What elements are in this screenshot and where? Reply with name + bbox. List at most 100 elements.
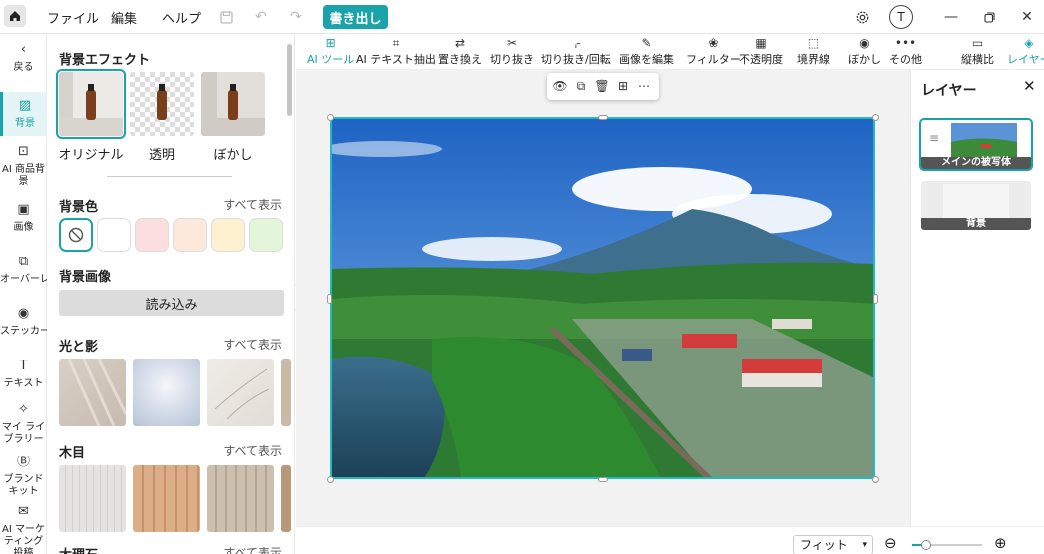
tool-opacity[interactable]: ▦ 不透明度 bbox=[739, 36, 783, 67]
layer-item[interactable]: 背景 bbox=[921, 181, 1031, 230]
tool-ai[interactable]: ⊞ AI ツール bbox=[307, 36, 354, 67]
zoom-mode-select[interactable]: フィット ▾ bbox=[793, 535, 873, 554]
rail-item-label: 背景 bbox=[15, 118, 35, 129]
rail-item-label: マイ ライブラリー bbox=[1, 422, 46, 445]
tool-more[interactable]: ••• その他 bbox=[889, 36, 922, 67]
no-color-swatch[interactable] bbox=[59, 218, 93, 252]
rail-item-back[interactable]: ‹ 戻る bbox=[0, 44, 47, 80]
tool-ocr[interactable]: ⌗ AI テキスト抽出 bbox=[356, 36, 436, 67]
effect-original[interactable] bbox=[56, 69, 126, 139]
tool-cutout[interactable]: ✂ 切り抜き bbox=[490, 36, 534, 67]
export-button[interactable]: 書き出し bbox=[323, 5, 388, 29]
folder-icon[interactable]: ⊞ bbox=[615, 78, 631, 94]
ai-tool-icon: ⊞ bbox=[325, 36, 336, 50]
menu-edit[interactable]: 編集 bbox=[111, 8, 137, 27]
wood-thumb[interactable] bbox=[59, 465, 126, 532]
light-thumb[interactable] bbox=[59, 359, 126, 426]
resize-handle[interactable] bbox=[598, 115, 608, 120]
rail-item-ai-product-bg[interactable]: ⊡ AI 商品背景 bbox=[0, 146, 47, 194]
show-all-marble-link[interactable]: すべて表示 bbox=[223, 544, 282, 554]
show-all-wood-link[interactable]: すべて表示 bbox=[223, 442, 282, 459]
undo-icon[interactable]: ↶ bbox=[252, 8, 270, 26]
main-image[interactable] bbox=[330, 117, 875, 479]
zoom-out-icon[interactable]: ⊖ bbox=[884, 534, 897, 552]
menu-file[interactable]: ファイル bbox=[47, 8, 99, 27]
light-shadow-title: 光と影 bbox=[59, 340, 99, 355]
redo-icon[interactable]: ↷ bbox=[287, 8, 305, 26]
delete-icon[interactable]: 🗑 bbox=[594, 78, 610, 94]
color-swatch[interactable] bbox=[211, 218, 245, 252]
menu-help[interactable]: ヘルプ bbox=[162, 8, 201, 27]
image-title: 背景画像 bbox=[59, 270, 112, 285]
eye-icon[interactable]: 👁 bbox=[552, 78, 568, 94]
tool-border[interactable]: ⬚ 境界線 bbox=[797, 36, 830, 67]
cutout-icon: ✂ bbox=[506, 36, 518, 50]
close-window-icon[interactable]: ✕ bbox=[1017, 7, 1037, 27]
rail-item-overlay[interactable]: ⧉ オーバーレイ bbox=[0, 256, 47, 292]
zoom-in-icon[interactable]: ⊕ bbox=[994, 534, 1007, 552]
resize-handle[interactable] bbox=[873, 294, 878, 304]
rail-item-label: ステッカー bbox=[0, 326, 47, 337]
effect-blur[interactable] bbox=[201, 72, 265, 136]
settings-icon[interactable] bbox=[852, 7, 872, 27]
effect-label-transparent: 透明 bbox=[148, 148, 175, 163]
wood-thumb[interactable] bbox=[133, 465, 200, 532]
wood-thumb[interactable] bbox=[281, 465, 291, 532]
rail-item-text[interactable]: T テキスト bbox=[0, 360, 47, 396]
more-icon: ••• bbox=[894, 36, 917, 50]
color-swatch[interactable] bbox=[173, 218, 207, 252]
effect-transparent[interactable] bbox=[130, 72, 194, 136]
rail-item-image[interactable]: ▣ 画像 bbox=[0, 204, 47, 240]
layer-item[interactable]: ≡ メインの被写体 bbox=[919, 118, 1033, 171]
home-button[interactable] bbox=[4, 5, 26, 27]
rail-item-brand-kit[interactable]: Ⓑ ブランド キット bbox=[0, 456, 47, 502]
blur-icon: ◉ bbox=[859, 36, 870, 50]
tool-aspect-ratio[interactable]: ▭ 縦横比 bbox=[961, 36, 994, 67]
rail-item-library[interactable]: ✧ マイ ライブラリー bbox=[0, 404, 47, 450]
layer-label: メインの被写体 bbox=[921, 157, 1031, 169]
light-thumb[interactable] bbox=[207, 359, 274, 426]
svg-text:≡: ≡ bbox=[929, 131, 939, 145]
show-all-light-link[interactable]: すべて表示 bbox=[223, 336, 282, 353]
tool-blur[interactable]: ◉ ぼかし bbox=[848, 36, 881, 67]
zoom-knob[interactable] bbox=[921, 540, 931, 550]
marble-title: 大理石 bbox=[59, 544, 98, 554]
resize-handle[interactable] bbox=[598, 477, 608, 482]
wood-thumb[interactable] bbox=[207, 465, 274, 532]
import-button[interactable]: 読み込み bbox=[59, 290, 284, 316]
resize-handle[interactable] bbox=[872, 114, 879, 121]
tool-layers[interactable]: ◈レイヤー bbox=[1007, 36, 1044, 67]
duplicate-icon[interactable]: ⧉ bbox=[573, 78, 589, 94]
resize-handle[interactable] bbox=[327, 476, 334, 483]
ai-marketing-icon: ✉ bbox=[18, 506, 29, 519]
tool-edit-image[interactable]: ✎ 画像を編集 bbox=[619, 36, 674, 67]
color-swatch[interactable] bbox=[97, 218, 131, 252]
save-icon[interactable] bbox=[217, 8, 235, 26]
tool-crop-rotate[interactable]: ⌌ 切り抜き/回転 bbox=[541, 36, 611, 67]
canvas-area[interactable]: 👁 ⧉ 🗑 ⊞ ⋯ bbox=[296, 70, 910, 526]
wood-title: 木目 bbox=[59, 446, 86, 461]
light-thumb[interactable] bbox=[133, 359, 200, 426]
resize-handle[interactable] bbox=[327, 294, 332, 304]
resize-handle[interactable] bbox=[872, 476, 879, 483]
avatar[interactable]: T bbox=[889, 5, 913, 29]
layers-icon: ◈ bbox=[1024, 36, 1034, 50]
minimize-icon[interactable]: — bbox=[941, 7, 961, 27]
tool-replace[interactable]: ⇄ 置き換え bbox=[438, 36, 482, 67]
resize-handle[interactable] bbox=[327, 114, 334, 121]
restore-icon[interactable] bbox=[979, 7, 999, 27]
edit-image-icon: ✎ bbox=[641, 36, 652, 50]
rail-item-sticker[interactable]: ◉ ステッカー bbox=[0, 308, 47, 344]
tool-filter[interactable]: ❀ フィルター bbox=[686, 36, 741, 67]
zoom-slider[interactable] bbox=[912, 540, 982, 550]
color-swatch[interactable] bbox=[135, 218, 169, 252]
rail-item-ai-marketing[interactable]: ✉ AI マーケティング投稿 bbox=[0, 506, 47, 554]
show-all-colors-link[interactable]: すべて表示 bbox=[223, 196, 282, 213]
rail-item-background[interactable]: ▨ 背景 bbox=[0, 92, 47, 136]
close-layers-icon[interactable]: ✕ bbox=[1023, 77, 1036, 95]
more-options-icon[interactable]: ⋯ bbox=[636, 78, 652, 94]
brand-kit-icon: Ⓑ bbox=[16, 456, 30, 469]
light-thumb[interactable] bbox=[281, 359, 291, 426]
panel-scrollbar[interactable] bbox=[287, 44, 292, 116]
color-swatch[interactable] bbox=[249, 218, 283, 252]
